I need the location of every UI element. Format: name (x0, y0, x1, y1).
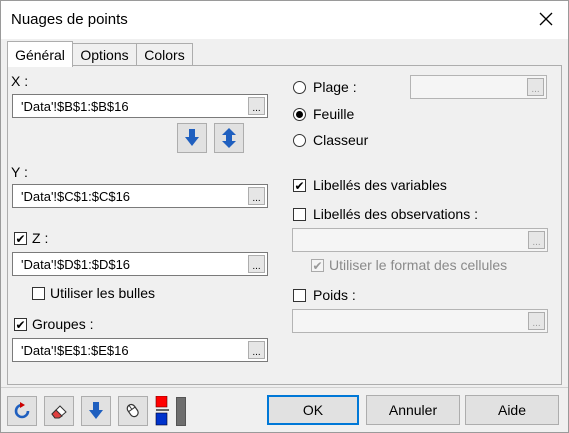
download-button[interactable] (81, 396, 111, 426)
y-label: Y : (11, 164, 28, 180)
var-labels-label: Libellés des variables (313, 177, 447, 193)
obs-labels-checkbox[interactable] (293, 208, 306, 221)
z-label: Z : (32, 230, 49, 246)
z-checkbox[interactable]: ✔ (14, 232, 27, 245)
y-range-picker-button[interactable]: ... (248, 187, 265, 205)
swap-vertical-icon (222, 128, 236, 148)
download-icon (89, 402, 103, 419)
classeur-radio[interactable] (293, 134, 306, 147)
reset-icon (14, 402, 30, 419)
dialog-window: Nuages de points Général Options Colors … (0, 0, 569, 433)
plage-range-picker-button[interactable]: ... (527, 78, 544, 96)
cell-format-label: Utiliser le format des cellules (329, 257, 508, 273)
arrow-down-icon (185, 129, 199, 146)
x-label: X : (11, 73, 29, 89)
tab-options-label: Options (80, 47, 129, 63)
tab-colors-label: Colors (144, 47, 185, 63)
bubbles-checkbox[interactable] (32, 287, 45, 300)
footer-divider (1, 387, 568, 388)
ok-button[interactable]: OK (267, 395, 359, 425)
feuille-label: Feuille (313, 106, 355, 122)
eraser-icon (51, 405, 67, 419)
x-range-value: 'Data'!$B$1:$B$16 (21, 98, 129, 114)
var-labels-checkbox[interactable]: ✔ (293, 179, 306, 192)
tab-general-label: Général (15, 46, 65, 63)
feuille-radio[interactable] (293, 108, 306, 121)
groups-range-picker-button[interactable]: ... (248, 341, 265, 359)
classeur-label: Classeur (313, 132, 369, 148)
plage-label: Plage : (313, 79, 357, 95)
mouse-button[interactable] (118, 396, 148, 426)
close-icon[interactable] (534, 7, 558, 31)
cell-format-checkbox[interactable]: ✔ (311, 259, 324, 272)
cancel-button[interactable]: Annuler (366, 395, 460, 425)
x-range-picker-button[interactable]: ... (248, 97, 265, 115)
groups-label: Groupes : (32, 316, 94, 332)
z-range-field[interactable]: 'Data'!$D$1:$D$16 ... (12, 252, 268, 276)
y-range-field[interactable]: 'Data'!$C$1:$C$16 ... (12, 184, 268, 208)
help-button[interactable]: Aide (465, 395, 559, 425)
title-bar: Nuages de points (1, 1, 568, 39)
z-range-value: 'Data'!$D$1:$D$16 (21, 256, 131, 272)
tab-options[interactable]: Options (72, 43, 137, 66)
groups-checkbox[interactable]: ✔ (14, 318, 27, 331)
color-switch-button[interactable] (153, 395, 173, 426)
groups-range-value: 'Data'!$E$1:$E$16 (21, 342, 129, 358)
obs-labels-range-picker-button[interactable]: ... (528, 231, 545, 249)
weights-range-field[interactable]: ... (292, 309, 548, 333)
obs-labels-range-field[interactable]: ... (292, 228, 548, 252)
obs-labels-label: Libellés des observations : (313, 206, 478, 222)
color-switch-icon (155, 395, 169, 426)
x-range-field[interactable]: 'Data'!$B$1:$B$16 ... (12, 94, 268, 118)
bubbles-label: Utiliser les bulles (50, 285, 156, 301)
mouse-icon (126, 403, 139, 418)
swap-button[interactable] (214, 123, 244, 153)
plage-range-field[interactable]: ... (410, 75, 547, 99)
tab-general[interactable]: Général (7, 41, 73, 67)
window-title: Nuages de points (11, 11, 128, 28)
eraser-button[interactable] (44, 396, 74, 426)
weights-checkbox[interactable] (293, 289, 306, 302)
arrow-down-button[interactable] (177, 123, 207, 153)
weights-label: Poids : (313, 287, 356, 303)
plage-radio[interactable] (293, 81, 306, 94)
y-range-value: 'Data'!$C$1:$C$16 (21, 188, 131, 204)
color-swatch-bar[interactable] (176, 397, 186, 426)
z-range-picker-button[interactable]: ... (248, 255, 265, 273)
groups-range-field[interactable]: 'Data'!$E$1:$E$16 ... (12, 338, 268, 362)
weights-range-picker-button[interactable]: ... (528, 312, 545, 330)
tab-colors[interactable]: Colors (136, 43, 193, 66)
reset-button[interactable] (7, 396, 37, 426)
